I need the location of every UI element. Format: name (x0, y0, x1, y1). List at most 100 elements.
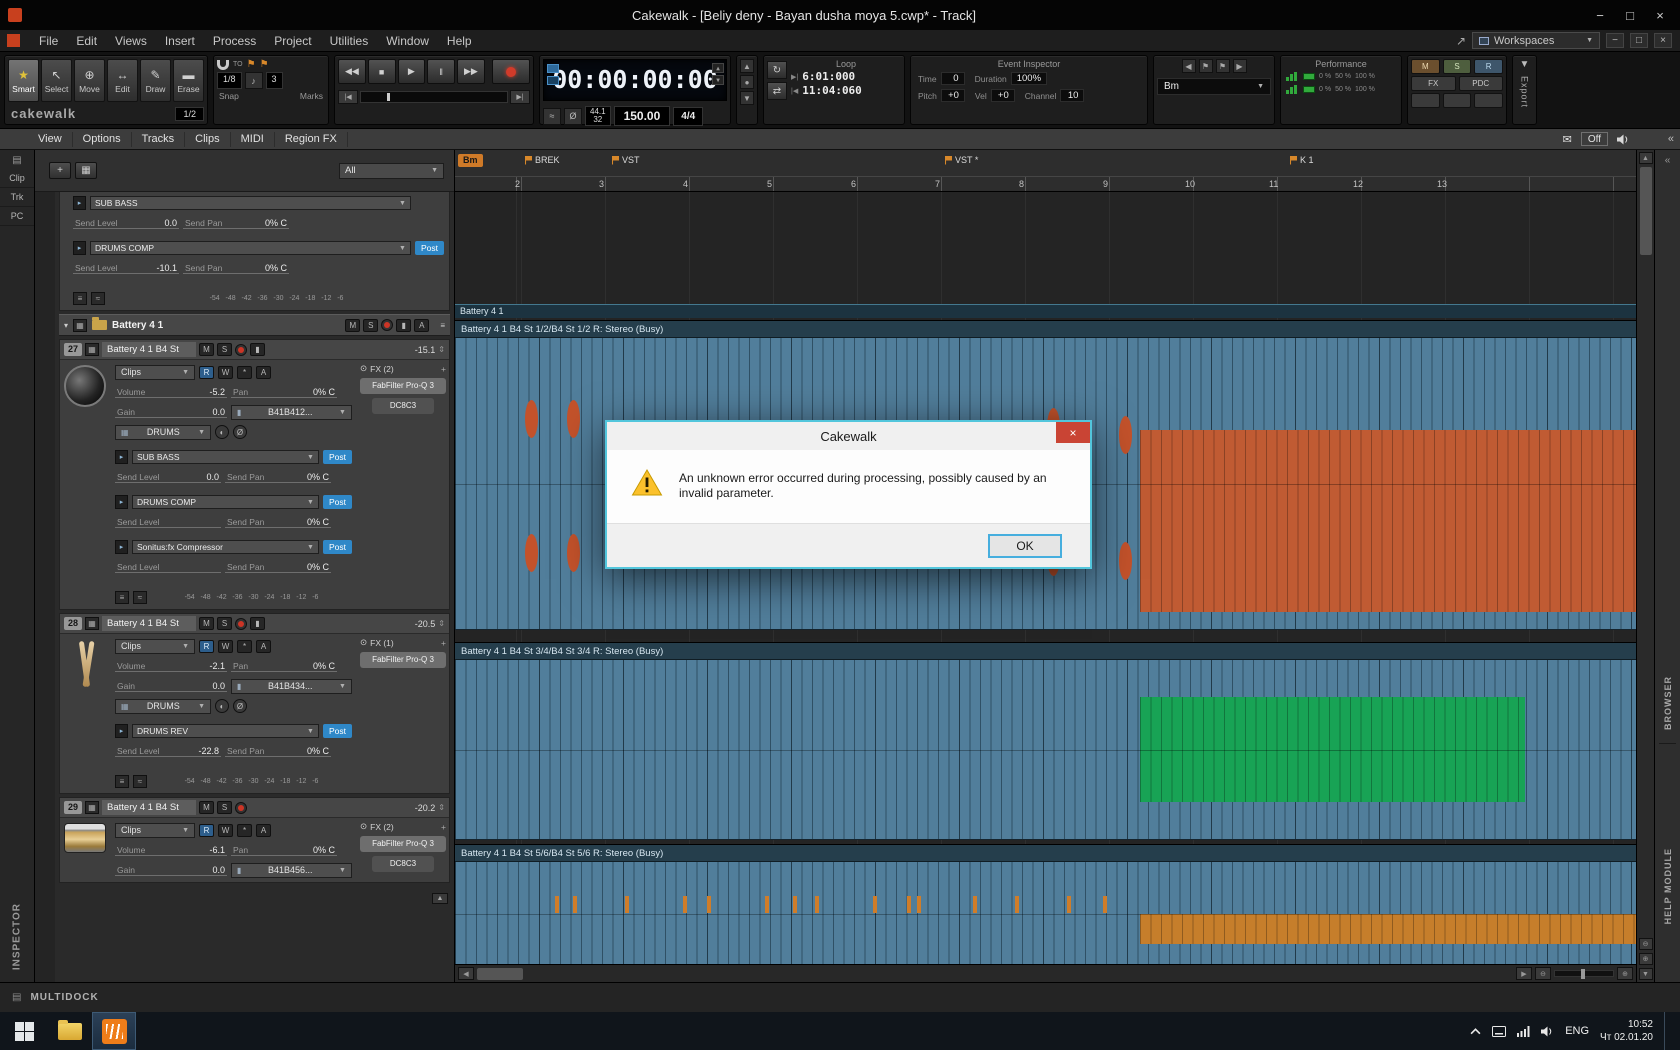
stop-button[interactable]: ■ (367, 59, 396, 84)
clips-canvas[interactable]: Battery 4 1 Battery 4 1 B4 St 1/2/B4 St … (455, 192, 1636, 964)
track-name[interactable]: Battery 4 1 B4 St (102, 342, 197, 357)
patch-dropdown[interactable]: ▮ B41B434... ▼ (231, 678, 352, 694)
output-dropdown[interactable]: ▦ DRUMS ▼ (115, 698, 211, 714)
marks-flag-icon[interactable]: ⚑ (247, 59, 256, 70)
punch-set-button[interactable]: ● (740, 75, 754, 89)
add-track-button[interactable]: + (49, 162, 71, 179)
send-destination[interactable]: Sonitus:fx Compressor ▼ (132, 540, 319, 554)
export-icon[interactable]: ▼ (1520, 59, 1530, 70)
write-automation-button[interactable]: W (218, 365, 233, 379)
fx-plugin-fabfilter[interactable]: FabFilter Pro-Q 3 (360, 378, 446, 394)
menu-insert[interactable]: Insert (156, 30, 204, 51)
track-filter-dropdown[interactable]: All ▼ (339, 162, 444, 179)
send-enable-icon[interactable]: ▸ (115, 495, 128, 509)
menu-project[interactable]: Project (265, 30, 320, 51)
audio-clip[interactable] (455, 862, 1636, 964)
send-post-button[interactable]: Post (322, 724, 352, 738)
draw-resolution-box[interactable]: 1/2 (175, 106, 204, 121)
show-desktop-button[interactable] (1664, 1012, 1670, 1050)
mix-aux2-button[interactable] (1442, 93, 1472, 108)
workspaces-dropdown[interactable]: Workspaces ▼ (1472, 32, 1600, 49)
output-dropdown[interactable]: ▦ DRUMS ▼ (115, 424, 211, 440)
send-post-button[interactable]: Post (322, 450, 352, 464)
inspector-collapsed-label[interactable]: INSPECTOR (12, 903, 23, 970)
automation-button[interactable]: A (256, 823, 271, 837)
send-pan-value[interactable]: 0% C (307, 746, 329, 756)
tempo-box[interactable]: 150.00 (613, 106, 671, 126)
go-to-start-button[interactable]: |◀ (338, 90, 358, 104)
menu-help[interactable]: Help (438, 30, 481, 51)
zoom-out-button[interactable]: ⊖ (1535, 967, 1551, 980)
doc-minimize-button[interactable]: − (1606, 33, 1624, 48)
arm-record-button[interactable] (235, 801, 248, 814)
ei-channel-value[interactable]: 10 (1060, 89, 1085, 102)
multidock-bar[interactable]: ▤ MULTIDOCK (0, 982, 1680, 1012)
volume-value[interactable]: -5.2 (209, 387, 225, 397)
zoom-in-button[interactable]: ⊕ (1617, 967, 1633, 980)
meter-options-icon[interactable]: ≡ (73, 291, 87, 305)
volume-icon[interactable] (1541, 1026, 1554, 1037)
fx-power-icon[interactable]: ⊙ (360, 363, 367, 374)
note-value-button[interactable]: ♪ (244, 72, 263, 89)
next-marker-button[interactable]: ▶ (1232, 59, 1247, 73)
solo-button[interactable]: S (217, 617, 233, 630)
cakewalk-taskbar-button[interactable] (92, 1012, 136, 1050)
send-enable-icon[interactable]: ▸ (115, 724, 128, 738)
fx-power-icon[interactable]: ⊙ (360, 637, 367, 648)
key-marker[interactable]: Bm (458, 154, 483, 167)
interleave-button[interactable]: Ø (233, 425, 247, 439)
mute-button[interactable]: M (199, 343, 215, 356)
sample-rate-box[interactable]: 44.1 32 (585, 106, 611, 126)
tv-menu-view[interactable]: View (28, 131, 73, 147)
add-fx-button[interactable]: + (441, 638, 446, 648)
rewind-button[interactable]: ◀◀ (338, 59, 366, 84)
tv-menu-midi[interactable]: MIDI (231, 131, 275, 147)
punch-arm-button[interactable]: ▲ (740, 59, 754, 73)
clip-name[interactable]: Battery 4 1 B4 St 5/6/B4 St 5/6 R: Stere… (455, 844, 1636, 862)
erase-tool-button[interactable]: ▬ Erase (173, 59, 204, 102)
snap-resolution-box[interactable]: 1/8 (217, 72, 242, 89)
waveform-icon[interactable]: ≈ (133, 774, 147, 788)
v-zoom-in-button[interactable]: ⊕ (1638, 953, 1653, 965)
record-button[interactable] (491, 59, 530, 84)
folder-automation-button[interactable]: A (414, 318, 430, 332)
send-destination[interactable]: DRUMS REV ▼ (132, 724, 319, 738)
add-fx-button[interactable]: + (441, 364, 446, 374)
menu-process[interactable]: Process (204, 30, 265, 51)
solo-button[interactable]: S (217, 801, 233, 814)
send-level-value[interactable]: 0.0 (206, 472, 219, 482)
tv-menu-tracks[interactable]: Tracks (132, 131, 186, 147)
export-label[interactable]: Export (1520, 76, 1530, 108)
waveform-icon[interactable]: ≈ (91, 291, 105, 305)
send-pan-value[interactable]: 0% C (307, 517, 329, 527)
fx-plugin-dc8c3[interactable]: DC8C3 (372, 856, 434, 872)
doc-close-button[interactable]: × (1654, 33, 1672, 48)
pause-button[interactable]: ‖ (427, 59, 455, 84)
close-button[interactable]: × (1646, 5, 1674, 25)
snap-count-box[interactable]: 3 (265, 72, 283, 89)
send-level-value[interactable]: -22.8 (198, 746, 219, 756)
marker-k1[interactable]: K 1 (1290, 155, 1314, 165)
panel-collapse-button[interactable]: ▲ (432, 893, 448, 904)
write-automation-button[interactable]: W (218, 639, 233, 653)
ok-button[interactable]: OK (988, 533, 1062, 558)
key-signature-dropdown[interactable]: Bm ▼ (1157, 78, 1271, 95)
send-post-button[interactable]: Post (322, 540, 352, 554)
global-arm-button[interactable]: R (1474, 59, 1504, 74)
folder-mute-button[interactable]: M (345, 318, 361, 332)
prev-marker-button[interactable]: ◀ (1181, 59, 1196, 73)
browser-collapsed-label[interactable]: BROWSER (1663, 676, 1673, 730)
track-header[interactable]: 28 ▦ Battery 4 1 B4 St M S ▮ -20.5 ⇕ (60, 614, 449, 634)
menu-views[interactable]: Views (106, 30, 156, 51)
draw-tool-button[interactable]: ✎ Draw (140, 59, 171, 102)
audio-clip[interactable] (455, 660, 1636, 840)
marker-vst2[interactable]: VST * (945, 155, 978, 165)
input-echo-button[interactable]: ▮ (250, 617, 266, 630)
send-pan-value[interactable]: 0% C (307, 472, 329, 482)
add-fx-button[interactable]: + (441, 822, 446, 832)
automation-button[interactable]: A (256, 639, 271, 653)
edit-tool-button[interactable]: ↔ Edit (107, 59, 138, 102)
play-button[interactable]: ▶ (397, 59, 426, 84)
menu-window[interactable]: Window (377, 30, 438, 51)
folder-track-battery[interactable]: ▾ ▦ Battery 4 1 M S ▮ A ≡ (59, 314, 450, 336)
